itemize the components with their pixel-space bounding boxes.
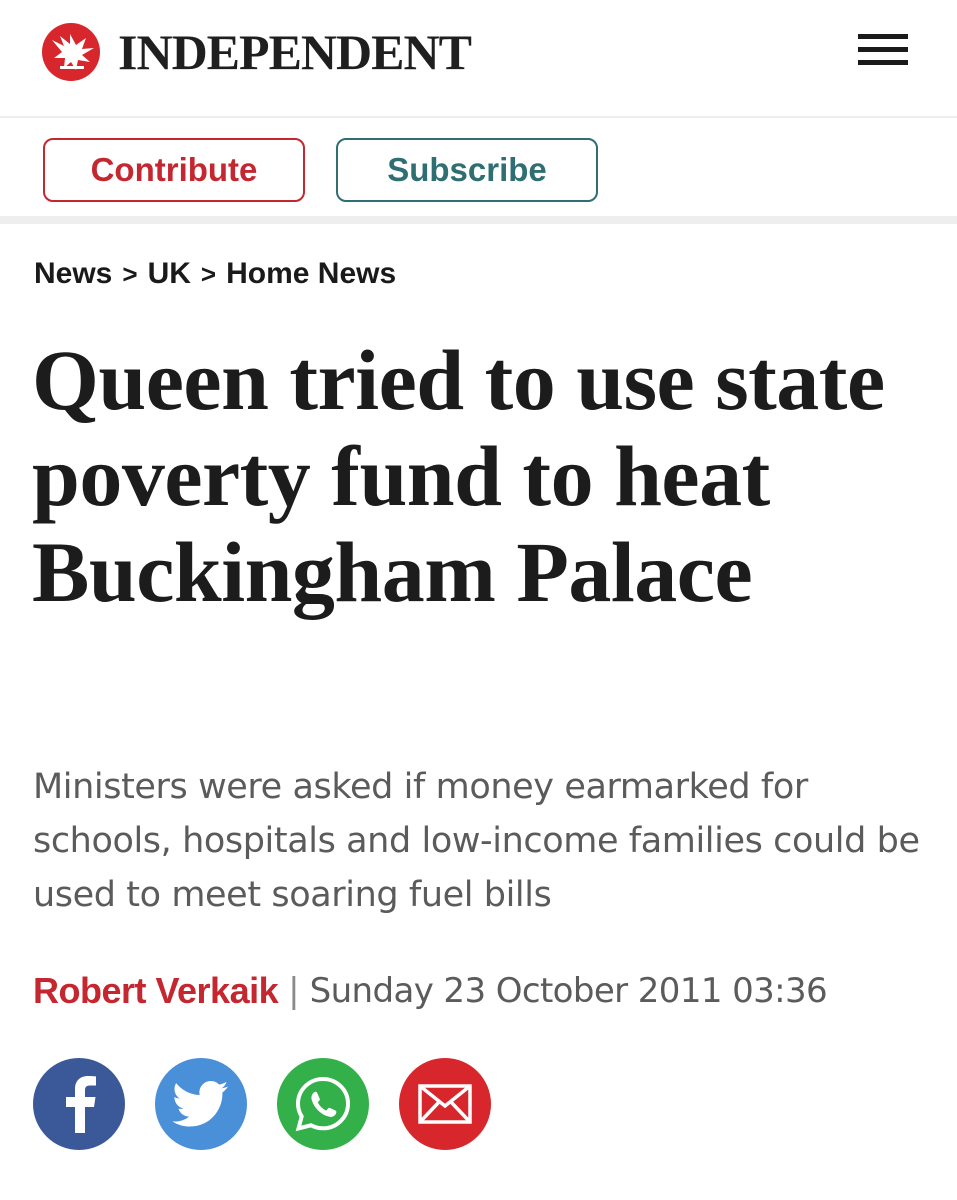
whatsapp-icon[interactable] — [277, 1058, 369, 1150]
author-link[interactable]: Robert Verkaik — [33, 970, 279, 1012]
menu-bar — [858, 47, 908, 52]
breadcrumb-separator: > — [200, 258, 217, 289]
twitter-icon[interactable] — [155, 1058, 247, 1150]
action-bar: Contribute Subscribe — [0, 118, 957, 224]
breadcrumb-item-home-news[interactable]: Home News — [226, 257, 396, 291]
breadcrumb-item-uk[interactable]: UK — [148, 257, 191, 291]
article-headline: Queen tried to use state poverty fund to… — [32, 332, 885, 620]
email-icon[interactable] — [399, 1058, 491, 1150]
breadcrumb: News > UK > Home News — [34, 254, 396, 294]
byline-separator: | — [288, 971, 300, 1011]
site-header: INDEPENDENT — [0, 0, 957, 118]
menu-bar — [858, 34, 908, 39]
breadcrumb-separator: > — [122, 258, 138, 289]
logo-text: INDEPENDENT — [118, 24, 472, 80]
byline: Robert Verkaik | Sunday 23 October 2011 … — [33, 966, 828, 1016]
hamburger-menu-icon[interactable] — [858, 32, 908, 68]
site-logo[interactable]: INDEPENDENT — [40, 22, 472, 82]
contribute-button[interactable]: Contribute — [43, 138, 305, 202]
share-bar — [33, 1058, 521, 1150]
breadcrumb-item-news[interactable]: News — [34, 257, 112, 291]
facebook-icon[interactable] — [33, 1058, 125, 1150]
subscribe-button[interactable]: Subscribe — [336, 138, 598, 202]
menu-bar — [858, 60, 908, 65]
publish-date: Sunday 23 October 2011 03:36 — [309, 971, 828, 1011]
article-standfirst: Ministers were asked if money earmarked … — [33, 767, 920, 915]
eagle-icon — [42, 23, 100, 81]
